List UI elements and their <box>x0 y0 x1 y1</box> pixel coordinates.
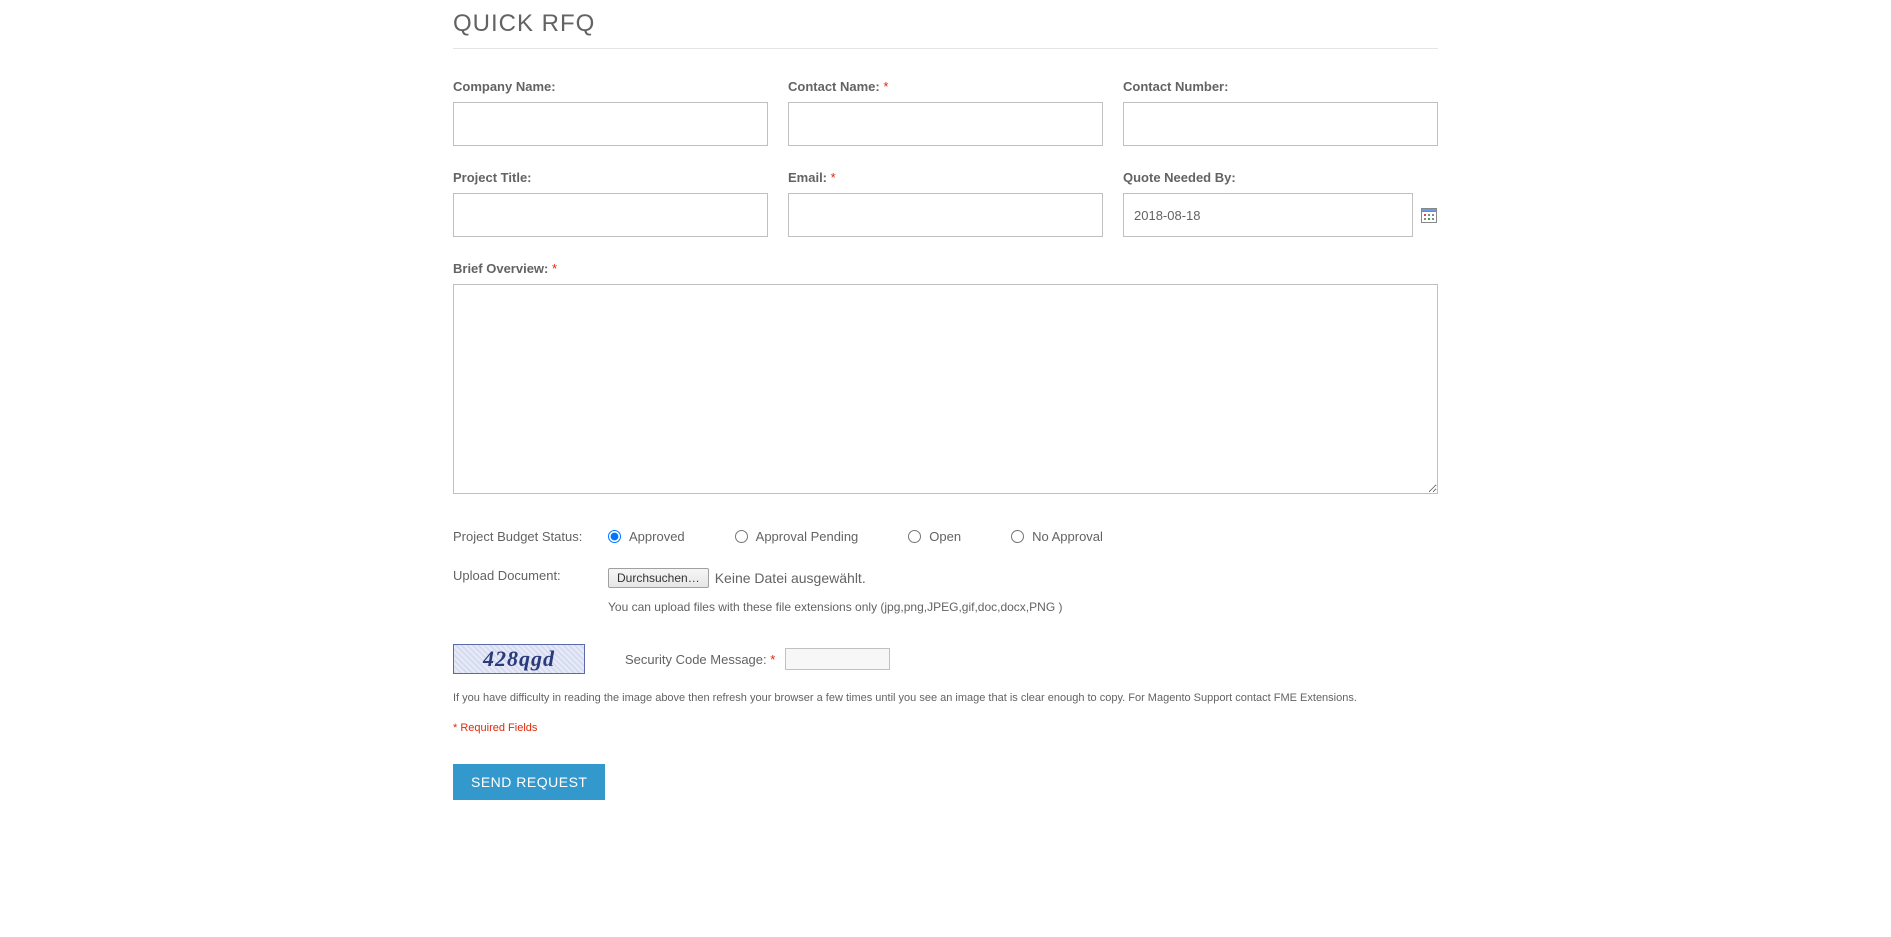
email-field: Email: * <box>788 170 1103 237</box>
contact-name-label-text: Contact Name: <box>788 79 880 94</box>
company-name-label: Company Name: <box>453 79 768 94</box>
brief-overview-field: Brief Overview: * <box>453 261 1438 499</box>
security-code-group: Security Code Message: * <box>625 648 890 670</box>
required-mark: * <box>552 261 557 276</box>
upload-right: Durchsuchen… Keine Datei ausgewählt. You… <box>608 568 1062 614</box>
project-title-label: Project Title: <box>453 170 768 185</box>
file-status-text: Keine Datei ausgewählt. <box>715 570 866 586</box>
form-row-1: Company Name: Contact Name: * Contact Nu… <box>453 79 1438 146</box>
quote-needed-by-field: Quote Needed By: <box>1123 170 1438 237</box>
security-code-input[interactable] <box>785 648 890 670</box>
form-row-2: Project Title: Email: * Quote Needed By: <box>453 170 1438 237</box>
radio-open-label: Open <box>929 529 961 544</box>
radio-no-approval[interactable]: No Approval <box>1011 529 1103 544</box>
email-label: Email: * <box>788 170 1103 185</box>
contact-number-input[interactable] <box>1123 102 1438 146</box>
captcha-image: 428qgd <box>453 644 585 674</box>
contact-name-input[interactable] <box>788 102 1103 146</box>
form-container: QUICK RFQ Company Name: Contact Name: * … <box>453 0 1438 840</box>
budget-status-radio-group: Approved Approval Pending Open No Approv… <box>608 529 1103 544</box>
contact-number-field: Contact Number: <box>1123 79 1438 146</box>
radio-approved-label: Approved <box>629 529 685 544</box>
quote-needed-by-input[interactable] <box>1123 193 1413 237</box>
upload-hint-text: You can upload files with these file ext… <box>608 600 1062 614</box>
security-code-label: Security Code Message: * <box>625 652 775 667</box>
radio-open-input[interactable] <box>908 530 921 543</box>
page-title: QUICK RFQ <box>453 10 1438 49</box>
brief-overview-label: Brief Overview: * <box>453 261 1438 276</box>
file-browse-button[interactable]: Durchsuchen… <box>608 568 709 588</box>
quote-needed-by-label: Quote Needed By: <box>1123 170 1438 185</box>
radio-no-approval-input[interactable] <box>1011 530 1024 543</box>
required-mark: * <box>770 652 775 667</box>
upload-section: Upload Document: Durchsuchen… Keine Date… <box>453 568 1438 614</box>
file-row: Durchsuchen… Keine Datei ausgewählt. <box>608 568 1062 588</box>
brief-overview-label-text: Brief Overview: <box>453 261 548 276</box>
contact-name-field: Contact Name: * <box>788 79 1103 146</box>
brief-overview-textarea[interactable] <box>453 284 1438 494</box>
project-title-field: Project Title: <box>453 170 768 237</box>
radio-approval-pending-input[interactable] <box>735 530 748 543</box>
contact-number-label: Contact Number: <box>1123 79 1438 94</box>
radio-approval-pending[interactable]: Approval Pending <box>735 529 859 544</box>
budget-status-label: Project Budget Status: <box>453 529 608 544</box>
company-name-input[interactable] <box>453 102 768 146</box>
email-input[interactable] <box>788 193 1103 237</box>
email-label-text: Email: <box>788 170 827 185</box>
budget-status-row: Project Budget Status: Approved Approval… <box>453 529 1438 544</box>
project-title-input[interactable] <box>453 193 768 237</box>
captcha-help-text: If you have difficulty in reading the im… <box>453 692 1438 704</box>
calendar-icon[interactable] <box>1421 207 1437 223</box>
date-row <box>1123 193 1438 237</box>
radio-no-approval-label: No Approval <box>1032 529 1103 544</box>
radio-approved-input[interactable] <box>608 530 621 543</box>
security-code-label-text: Security Code Message: <box>625 652 767 667</box>
contact-name-label: Contact Name: * <box>788 79 1103 94</box>
required-fields-note: * Required Fields <box>453 722 1438 734</box>
captcha-row: 428qgd Security Code Message: * <box>453 644 1438 674</box>
radio-approval-pending-label: Approval Pending <box>756 529 859 544</box>
radio-open[interactable]: Open <box>908 529 961 544</box>
radio-approved[interactable]: Approved <box>608 529 685 544</box>
required-mark: * <box>831 170 836 185</box>
required-mark: * <box>883 79 888 94</box>
send-request-button[interactable]: SEND REQUEST <box>453 764 605 800</box>
company-name-field: Company Name: <box>453 79 768 146</box>
upload-label: Upload Document: <box>453 568 608 583</box>
